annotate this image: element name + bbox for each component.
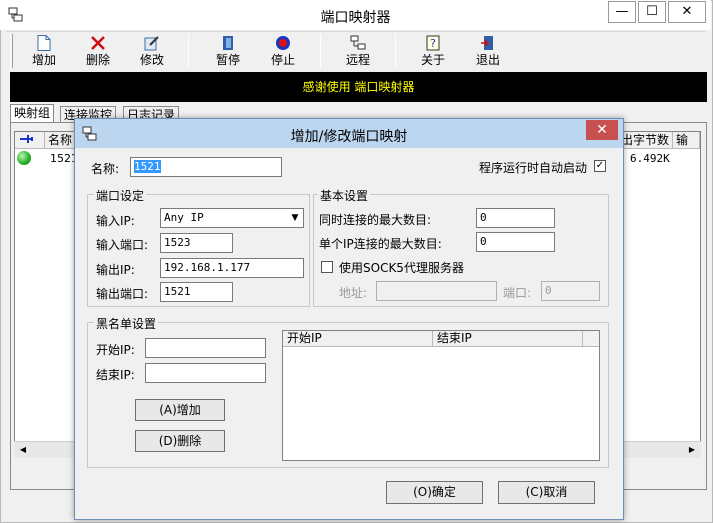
proxy-port-label: 端口: [503,286,532,300]
in-ip-label: 输入IP: [96,214,135,228]
toolbar-exit-button[interactable]: 退出 [462,33,514,71]
out-port-input[interactable]: 1521 [160,282,233,302]
autostart-checkbox[interactable]: ✓ [594,160,606,172]
toolbar-pause-label: 暂停 [215,53,240,67]
out-port-label: 输出端口: [96,287,149,301]
toolbar-remote-label: 远程 [345,53,370,67]
toolbar-about-label: 关于 [420,53,445,67]
start-ip-label: 开始IP: [96,343,135,357]
max-per-ip-label: 单个IP连接的最大数目: [319,237,442,251]
name-label: 名称: [91,162,120,176]
blacklist-title: 黑名单设置 [94,315,159,332]
list-row-bytes-out[interactable]: 6.492K [630,152,670,165]
pin-icon [20,135,33,143]
start-ip-input[interactable] [145,338,266,358]
minimize-button[interactable]: — [608,1,636,23]
toolbar-separator [188,34,189,68]
edit-icon [143,35,161,51]
basic-settings-title: 基本设置 [318,187,371,204]
autostart-label: 程序运行时自动启动 [479,161,588,175]
exit-door-icon [479,35,497,51]
blacklist-column-filler [583,331,599,347]
column-header-icon[interactable] [15,132,45,149]
toolbar-stop-label: 停止 [270,53,295,67]
end-ip-label: 结束IP: [96,368,135,382]
network-icon [349,35,367,51]
toolbar-pause-button[interactable]: 暂停 [202,33,254,71]
toolbar-add-label: 增加 [31,53,56,67]
max-per-ip-input[interactable]: 0 [476,232,555,252]
blacklist-delete-button[interactable]: (D)删除 [135,430,225,452]
chevron-down-icon[interactable]: ▼ [287,209,303,227]
svg-text:?: ? [430,37,436,50]
out-ip-input[interactable]: 192.168.1.177 [160,258,304,278]
blacklist-column-start[interactable]: 开始IP [283,331,433,347]
help-icon: ? [424,35,442,51]
toolbar-separator [320,34,321,68]
toolbar-exit-label: 退出 [475,53,500,67]
scroll-left-icon[interactable]: ◀ [15,442,31,457]
status-dot [17,151,31,165]
dialog-title: 增加/修改端口映射 [290,129,408,145]
toolbar-remote-button[interactable]: 远程 [332,33,384,71]
proxy-address-input[interactable] [376,281,497,301]
column-header-bytes-out[interactable]: 出字节数 [618,132,673,149]
toolbar-add-button[interactable]: 增加 [18,33,70,71]
toolbar-separator [395,34,396,68]
socks5-checkbox[interactable] [321,261,333,273]
scroll-right-icon[interactable]: ▶ [684,442,700,457]
cancel-button[interactable]: (C)取消 [498,481,595,504]
delete-x-icon [89,35,107,51]
new-document-icon [35,35,53,51]
proxy-address-label: 地址: [339,286,368,300]
ok-button[interactable]: (O)确定 [386,481,483,504]
proxy-port-input[interactable]: 0 [541,281,600,301]
toolbar-delete-button[interactable]: 删除 [72,33,124,71]
toolbar-stop-button[interactable]: 停止 [257,33,309,71]
toolbar-grip [10,34,13,68]
pause-door-icon [219,35,237,51]
toolbar-edit-button[interactable]: 修改 [126,33,178,71]
blacklist-column-end[interactable]: 结束IP [433,331,583,347]
toolbar-about-button[interactable]: ? 关于 [407,33,459,71]
stop-icon [274,35,292,51]
in-port-input[interactable]: 1523 [160,233,233,253]
in-ip-value: Any IP [164,211,204,224]
name-input-value: 1521 [134,160,161,173]
socks5-label: 使用SOCK5代理服务器 [339,261,464,275]
maximize-button[interactable]: ☐ [638,1,666,23]
blacklist-list [282,330,600,461]
toolbar-edit-label: 修改 [139,53,164,67]
max-connections-label: 同时连接的最大数目: [319,213,432,227]
max-connections-input[interactable]: 0 [476,208,555,228]
dialog-close-button[interactable]: ✕ [586,120,618,140]
tab-mapping-group[interactable]: 映射组 [10,104,55,123]
name-input[interactable]: 1521 [130,157,282,177]
in-port-label: 输入端口: [96,238,149,252]
window-title: 端口映射器 [320,10,391,26]
out-ip-label: 输出IP: [96,263,135,277]
toolbar-delete-label: 删除 [85,53,110,67]
end-ip-input[interactable] [145,363,266,383]
close-button[interactable]: ✕ [668,1,706,23]
in-ip-select[interactable]: Any IP [160,208,304,228]
port-settings-title: 端口设定 [94,187,147,204]
blacklist-add-button[interactable]: (A)增加 [135,399,225,421]
welcome-banner: 感谢使用 端口映射器 [10,72,707,102]
column-header-input[interactable]: 输入 [673,132,700,149]
